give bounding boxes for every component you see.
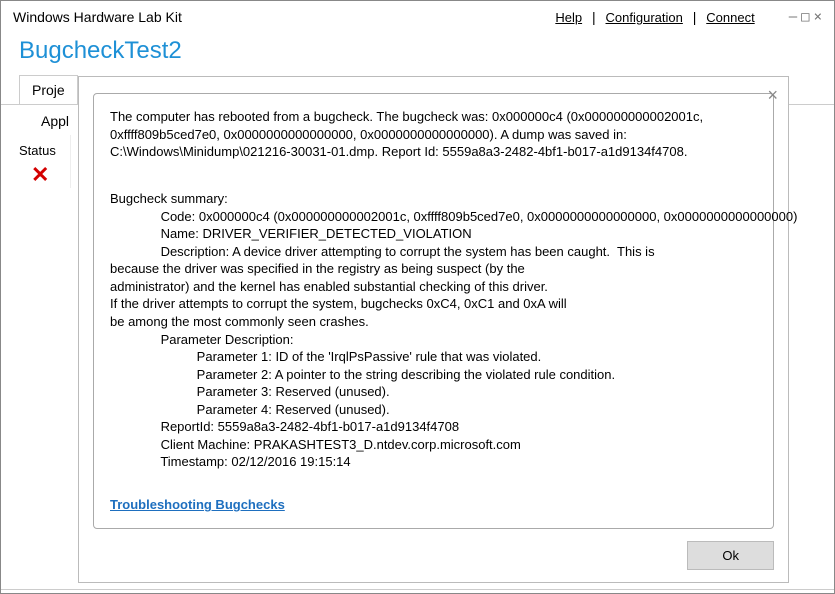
timestamp: Timestamp: 02/12/2016 19:15:14 <box>110 454 351 469</box>
maximize-button[interactable]: □ <box>801 9 809 25</box>
client-machine: Client Machine: PRAKASHTEST3_D.ntdev.cor… <box>110 437 521 452</box>
tab-apply[interactable]: Appl <box>19 107 81 135</box>
close-icon[interactable]: × <box>767 85 778 106</box>
bugcheck-dialog: × The computer has rebooted from a bugch… <box>78 76 789 583</box>
app-title: Windows Hardware Lab Kit <box>13 9 182 25</box>
menu-separator: | <box>592 9 596 25</box>
ok-button[interactable]: Ok <box>687 541 774 570</box>
titlebar: Windows Hardware Lab Kit Help | Configur… <box>1 1 834 33</box>
menu-help[interactable]: Help <box>555 10 582 25</box>
bugcheck-textbox: The computer has rebooted from a bugchec… <box>93 93 774 529</box>
window-border <box>1 589 834 593</box>
param-2: Parameter 2: A pointer to the string des… <box>110 367 615 382</box>
report-id: ReportId: 5559a8a3-2482-4bf1-b017-a1d913… <box>110 419 459 434</box>
minimize-button[interactable]: — <box>789 9 797 25</box>
status-header: Status <box>19 143 70 158</box>
tab-project[interactable]: Proje <box>19 75 78 104</box>
bugcheck-code: Code: 0x000000c4 (0x000000000002001c, 0x… <box>110 209 797 224</box>
bugcheck-desc: administrator) and the kernel has enable… <box>110 279 548 294</box>
bugcheck-summary-title: Bugcheck summary: <box>110 191 228 206</box>
param-desc-header: Parameter Description: <box>110 332 294 347</box>
param-3: Parameter 3: Reserved (unused). <box>110 384 390 399</box>
fail-icon: ✕ <box>31 162 70 188</box>
bugcheck-desc: Description: A device driver attempting … <box>110 244 655 259</box>
bugcheck-name: Name: DRIVER_VERIFIER_DETECTED_VIOLATION <box>110 226 472 241</box>
status-column: Status ✕ <box>1 135 71 188</box>
menu-separator: | <box>693 9 697 25</box>
param-4: Parameter 4: Reserved (unused). <box>110 402 390 417</box>
bugcheck-intro: The computer has rebooted from a bugchec… <box>110 108 757 161</box>
bugcheck-desc: If the driver attempts to corrupt the sy… <box>110 296 567 311</box>
param-1: Parameter 1: ID of the 'IrqlPsPassive' r… <box>110 349 541 364</box>
page-title: BugcheckTest2 <box>1 33 834 75</box>
close-window-button[interactable]: × <box>814 9 822 25</box>
menu-configuration[interactable]: Configuration <box>606 10 683 25</box>
menu-connect[interactable]: Connect <box>706 10 754 25</box>
troubleshooting-link[interactable]: Troubleshooting Bugchecks <box>110 496 285 514</box>
bugcheck-desc: be among the most commonly seen crashes. <box>110 314 369 329</box>
bugcheck-desc: because the driver was specified in the … <box>110 261 525 276</box>
